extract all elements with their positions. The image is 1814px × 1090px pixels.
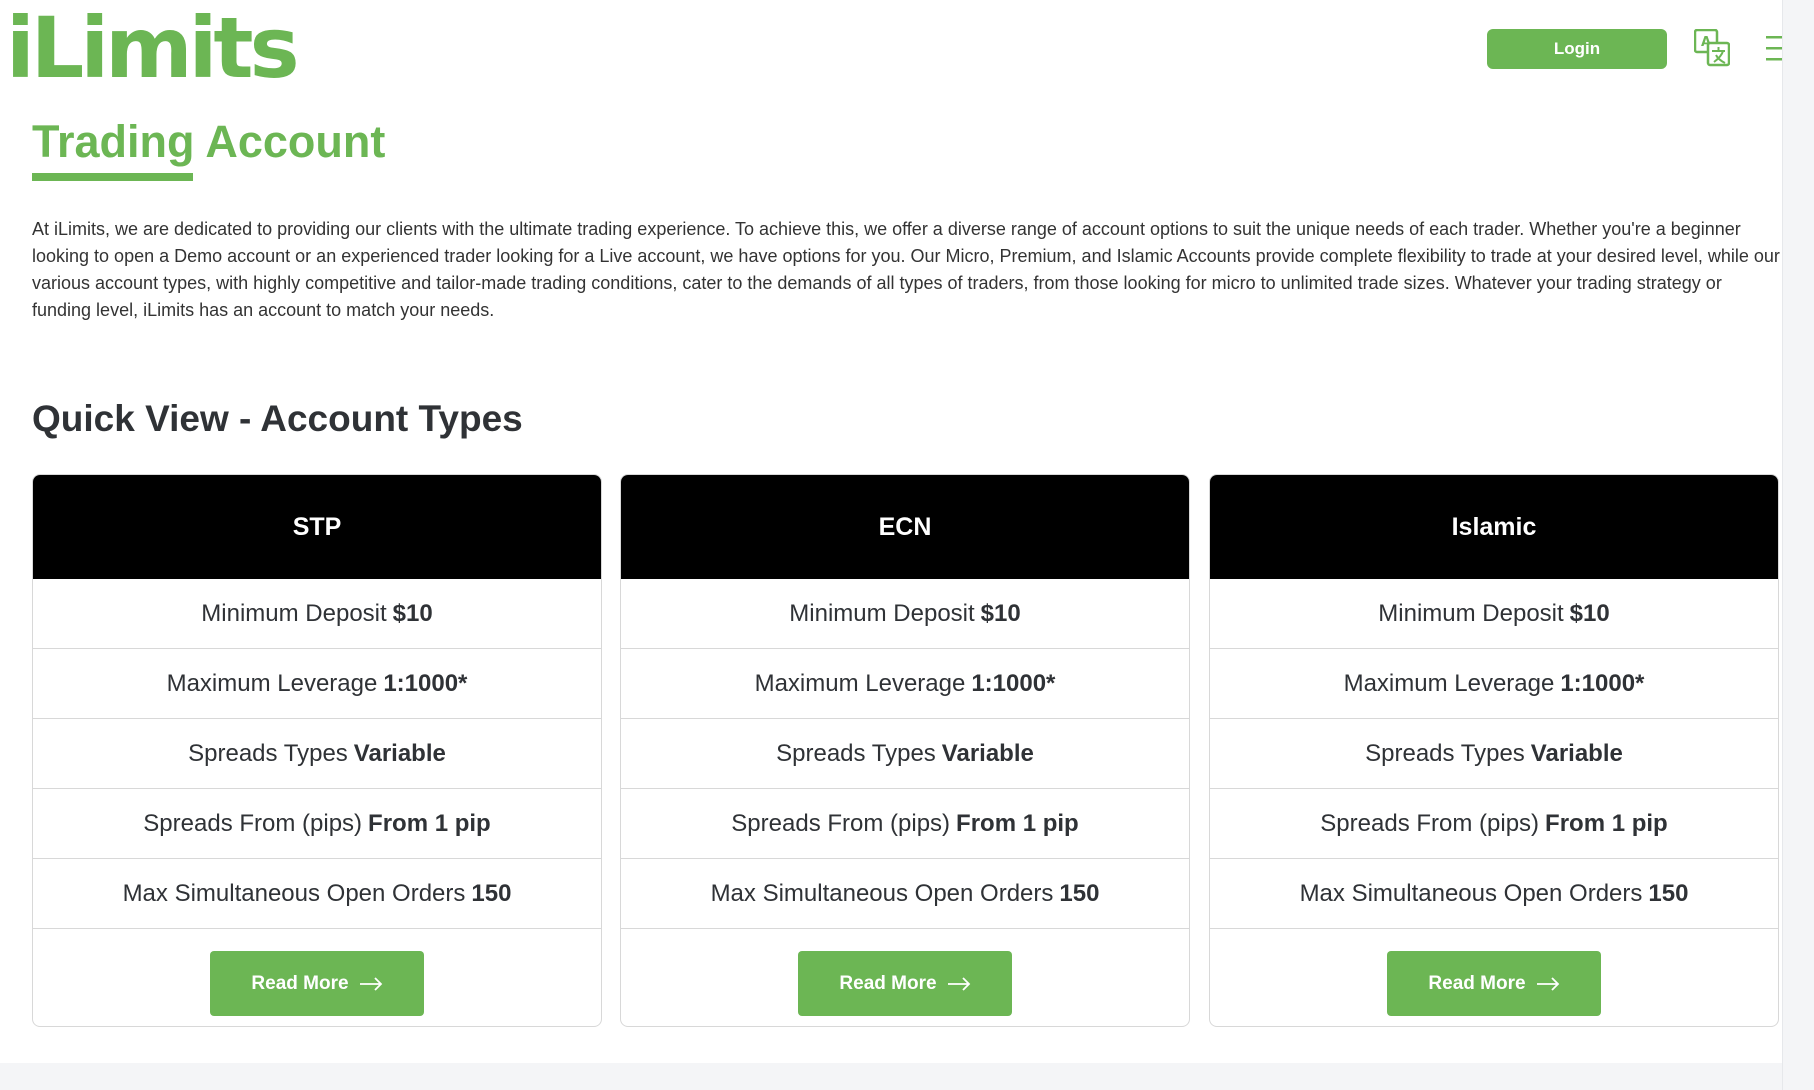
card-header: ECN [621,475,1189,579]
translate-icon[interactable]: A [1694,29,1730,67]
max-leverage-row: Maximum Leverage 1:1000* [33,649,601,719]
spreads-from-row: Spreads From (pips) From 1 pip [1210,789,1778,859]
row-value: $10 [392,599,433,627]
read-more-button[interactable]: Read More [210,951,424,1016]
row-value: $10 [980,599,1021,627]
spreads-types-row: Spreads Types Variable [621,719,1189,789]
read-more-label: Read More [839,972,937,994]
max-leverage-row: Maximum Leverage 1:1000* [1210,649,1778,719]
account-card-ecn: ECN Minimum Deposit $10 Maximum Leverage 1… [620,474,1190,1027]
spreads-types-row: Spreads Types Variable [1210,719,1778,789]
max-orders-row: Max Simultaneous Open Orders 150 [33,859,601,929]
row-label: Max Simultaneous Open Orders [710,879,1054,907]
read-more-button[interactable]: Read More [1387,951,1601,1016]
row-value: $10 [1569,599,1610,627]
row-label: Minimum Deposit [201,599,387,627]
row-value: From 1 pip [956,809,1079,837]
row-value: 1:1000* [1560,669,1645,697]
row-value: From 1 pip [368,809,491,837]
arrow-right-icon [1536,976,1559,991]
card-header: Islamic [1210,475,1778,579]
read-more-label: Read More [251,972,349,994]
card-header: STP [33,475,601,579]
row-label: Minimum Deposit [789,599,975,627]
row-label: Spreads Types [1365,739,1525,767]
row-value: 150 [471,879,512,907]
row-value: 150 [1059,879,1100,907]
footer-strip [0,1063,1782,1090]
card-footer: Read More [1210,929,1778,1026]
read-more-label: Read More [1428,972,1526,994]
min-deposit-row: Minimum Deposit $10 [621,579,1189,649]
spreads-from-row: Spreads From (pips) From 1 pip [621,789,1189,859]
row-value: Variable [941,739,1034,767]
section-title: Quick View - Account Types [32,398,523,439]
site-header: iLimits Login A [0,0,1796,105]
card-footer: Read More [621,929,1189,1026]
row-label: Spreads From (pips) [731,809,951,837]
login-button[interactable]: Login [1487,29,1667,69]
row-value: 1:1000* [971,669,1056,697]
page-scrollbar[interactable] [1782,0,1814,1090]
arrow-right-icon [359,976,382,991]
min-deposit-row: Minimum Deposit $10 [1210,579,1778,649]
min-deposit-row: Minimum Deposit $10 [33,579,601,649]
max-orders-row: Max Simultaneous Open Orders 150 [1210,859,1778,929]
row-value: Variable [353,739,446,767]
row-label: Spreads From (pips) [143,809,363,837]
row-value: 1:1000* [383,669,468,697]
max-orders-row: Max Simultaneous Open Orders 150 [621,859,1189,929]
max-leverage-row: Maximum Leverage 1:1000* [621,649,1189,719]
spreads-from-row: Spreads From (pips) From 1 pip [33,789,601,859]
row-label: Minimum Deposit [1378,599,1564,627]
row-label: Max Simultaneous Open Orders [122,879,466,907]
title-underline [32,173,193,181]
spreads-types-row: Spreads Types Variable [33,719,601,789]
read-more-button[interactable]: Read More [798,951,1012,1016]
row-value: 150 [1648,879,1689,907]
account-card-stp: STP Minimum Deposit $10 Maximum Leverage 1… [32,474,602,1027]
page-title: Trading Account [32,116,386,167]
row-label: Spreads Types [776,739,936,767]
row-label: Max Simultaneous Open Orders [1299,879,1643,907]
ilimits-logo[interactable]: iLimits [6,6,300,90]
row-label: Spreads Types [188,739,348,767]
row-label: Maximum Leverage [1343,669,1555,697]
row-value: Variable [1530,739,1623,767]
intro-paragraph: At iLimits, we are dedicated to providin… [32,219,1780,320]
row-label: Spreads From (pips) [1320,809,1540,837]
row-label: Maximum Leverage [754,669,966,697]
arrow-right-icon [947,976,970,991]
row-value: From 1 pip [1545,809,1668,837]
card-footer: Read More [33,929,601,1026]
row-label: Maximum Leverage [166,669,378,697]
account-card-islamic: Islamic Minimum Deposit $10 Maximum Lever… [1209,474,1779,1027]
